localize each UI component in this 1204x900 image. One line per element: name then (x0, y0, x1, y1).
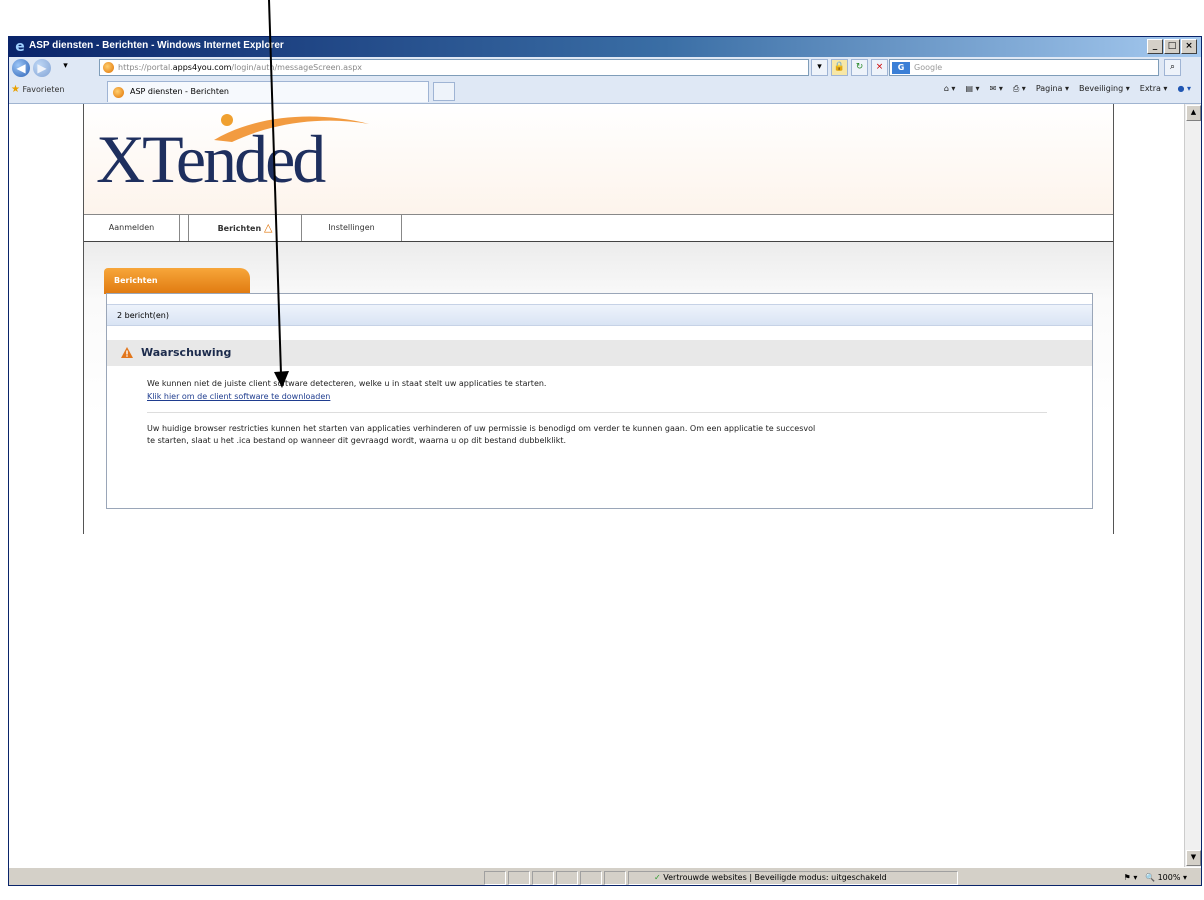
tab-messages-label: Berichten (217, 224, 262, 233)
url-host: apps4you.com (172, 63, 232, 72)
site-nav: Aanmelden Berichten △ Instellingen (84, 214, 1113, 243)
status-bar: ✓ Vertrouwde websites | Beveiligde modus… (9, 867, 1201, 885)
security-menu-label: Beveiliging (1079, 84, 1124, 93)
favorites-label: Favorieten (22, 85, 65, 94)
scroll-up-icon[interactable]: ▲ (1186, 105, 1201, 121)
new-tab-button[interactable] (433, 82, 455, 101)
page-menu-label: Pagina (1035, 84, 1063, 93)
search-button[interactable]: ⌕ (1164, 59, 1181, 76)
status-segment (508, 871, 530, 885)
feeds-icon[interactable]: ▤ ▾ (965, 84, 979, 94)
status-segment (532, 871, 554, 885)
security-zone-label: Vertrouwde websites | Beveiligde modus: … (663, 873, 887, 882)
forward-button[interactable]: ▶ (33, 59, 51, 77)
site-header: XTended (84, 104, 1113, 214)
messages-panel: 2 bericht(en) Waarschuwing We kunnen nie… (106, 293, 1093, 509)
address-toolbar: ◀ ▶ ▾ https://portal.apps4you.com/login/… (9, 57, 1201, 79)
checkmark-icon: ✓ (654, 873, 661, 882)
site-favicon-icon (103, 62, 114, 73)
tab-messages[interactable]: Berichten △ (188, 215, 302, 241)
url-prefix: https://portal. (118, 63, 173, 72)
lock-icon[interactable]: 🔒 (831, 59, 848, 76)
tab-settings-label: Instellingen (328, 223, 375, 232)
print-icon[interactable]: ⎙ ▾ (1013, 84, 1026, 94)
protected-mode-icon[interactable]: ⚑ ▾ (1124, 873, 1138, 882)
mail-icon[interactable]: ✉ ▾ (990, 84, 1003, 94)
messages-area: Berichten 2 bericht(en) Waarschuwing We … (84, 242, 1113, 534)
download-client-link[interactable]: Klik hier om de client software te downl… (147, 392, 330, 401)
message-count: 2 bericht(en) (107, 304, 1092, 326)
stop-button[interactable]: × (871, 59, 888, 76)
warning-title: Waarschuwing (141, 346, 232, 359)
favorites-button[interactable]: ★ Favorieten (11, 84, 64, 95)
vertical-scrollbar[interactable]: ▲ ▼ (1184, 104, 1201, 867)
home-icon[interactable]: ⌂ ▾ (944, 84, 956, 94)
ie-logo-icon: e (15, 39, 25, 55)
zoom-icon: 🔍 (1145, 873, 1156, 882)
search-provider-icon: G (892, 62, 910, 74)
tab-title: ASP diensten - Berichten (130, 87, 229, 96)
favorites-bar: ★ Favorieten ASP diensten - Berichten ⌂ … (9, 79, 1201, 104)
favorites-star-icon: ★ (11, 84, 20, 95)
minimize-button[interactable]: _ (1147, 39, 1163, 54)
browser-window: e ASP diensten - Berichten - Windows Int… (8, 36, 1202, 886)
page-menu[interactable]: Pagina ▾ (1036, 84, 1069, 94)
close-button[interactable]: × (1181, 39, 1197, 54)
divider (147, 412, 1047, 413)
address-field[interactable]: https://portal.apps4you.com/login/auth/m… (99, 59, 809, 76)
extra-menu-label: Extra (1139, 84, 1161, 93)
client-detect-message: We kunnen niet de juiste client software… (147, 379, 547, 388)
extra-menu[interactable]: Extra ▾ (1140, 84, 1168, 94)
tab-settings[interactable]: Instellingen (302, 215, 402, 241)
command-bar: ⌂ ▾ ▤ ▾ ✉ ▾ ⎙ ▾ Pagina ▾ Beveiliging ▾ E… (944, 84, 1191, 94)
security-menu[interactable]: Beveiliging ▾ (1079, 84, 1130, 94)
status-segment (484, 871, 506, 885)
scroll-down-icon[interactable]: ▼ (1186, 850, 1201, 866)
search-input[interactable]: G Google (889, 59, 1159, 76)
back-button[interactable]: ◀ (12, 59, 30, 77)
page-content: XTended Aanmelden Berichten △ Instelling… (9, 104, 1187, 867)
warning-header: Waarschuwing (107, 340, 1092, 366)
zoom-level: 100% (1157, 873, 1181, 882)
panel-tab-messages: Berichten (104, 268, 250, 294)
title-bar: e ASP diensten - Berichten - Windows Int… (9, 37, 1201, 57)
help-icon[interactable]: ● ▾ (1177, 84, 1191, 94)
status-segment (556, 871, 578, 885)
status-segment (580, 871, 602, 885)
search-placeholder: Google (914, 63, 943, 72)
window-title: ASP diensten - Berichten - Windows Inter… (29, 40, 284, 51)
tab-login[interactable]: Aanmelden (84, 215, 180, 241)
url-path: /login/auth/messageScreen.aspx (231, 63, 363, 72)
recent-pages-dropdown[interactable]: ▾ (57, 59, 74, 76)
restriction-message-line1: Uw huidige browser restricties kunnen he… (147, 424, 816, 433)
restriction-message-line2: te starten, slaat u het .ica bestand op … (147, 436, 567, 445)
tab-favicon-icon (113, 87, 124, 98)
download-link-row: Klik hier om de client software te downl… (147, 392, 330, 401)
status-segment (604, 871, 626, 885)
zoom-control[interactable]: ⚑ ▾ 🔍 100% ▾ (1124, 873, 1187, 882)
tab-login-label: Aanmelden (108, 223, 155, 232)
warning-triangle-icon: △ (263, 221, 273, 234)
security-zone: ✓ Vertrouwde websites | Beveiligde modus… (654, 873, 887, 882)
refresh-button[interactable]: ↻ (851, 59, 868, 76)
warning-icon (121, 347, 133, 358)
browser-tab[interactable]: ASP diensten - Berichten (107, 81, 429, 102)
site-logo: XTended (96, 121, 326, 197)
address-dropdown-button[interactable]: ▾ (811, 59, 828, 76)
xtended-page: XTended Aanmelden Berichten △ Instelling… (83, 104, 1114, 534)
maximize-button[interactable]: □ (1164, 39, 1180, 54)
